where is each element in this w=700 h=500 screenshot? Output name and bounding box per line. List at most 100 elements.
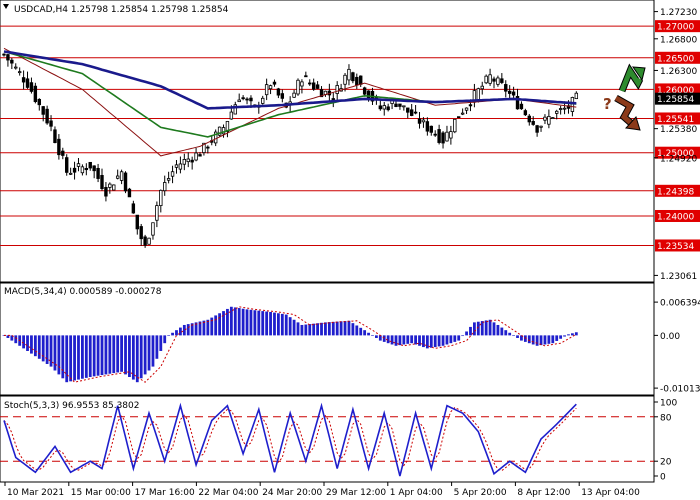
macd-tick-label: 0.00: [660, 332, 680, 342]
candle-body: [292, 92, 296, 98]
candle-body: [531, 121, 535, 125]
candle-body: [507, 90, 512, 94]
macd-bar: [402, 335, 406, 345]
candle-body: [527, 115, 531, 123]
candle-body: [492, 78, 496, 82]
macd-bar: [418, 335, 421, 346]
candle-body: [394, 103, 398, 108]
candle: [65, 154, 69, 176]
macd-bar: [394, 335, 398, 346]
macd-bar: [547, 335, 551, 344]
candle-body: [123, 172, 128, 192]
macd-bar: [324, 322, 327, 336]
candle-body: [272, 81, 277, 85]
candle-body: [41, 106, 45, 115]
y-tick-label: 1.23061: [660, 272, 697, 282]
y-tick-label: 1.25380: [660, 125, 697, 135]
candle-body: [131, 203, 136, 214]
candle-body: [362, 87, 367, 95]
candle-body: [68, 172, 73, 175]
current-price-label: 1.25854: [657, 95, 694, 105]
stoch-tick-label: 0: [660, 473, 666, 483]
candle-body: [543, 116, 547, 121]
candle-body: [115, 175, 120, 179]
macd-bar: [563, 335, 566, 337]
macd-bar: [108, 335, 112, 374]
macd-bar: [273, 312, 276, 336]
candle-body: [155, 205, 159, 221]
candle-body: [65, 157, 69, 173]
candle-body: [49, 120, 53, 127]
macd-bar: [441, 335, 445, 346]
forex-chart: USDCAD,H4 1.25798 1.25854 1.25798 1.2585…: [0, 0, 700, 498]
candle: [123, 171, 128, 194]
macd-bar: [155, 335, 159, 359]
y-tick-label: 1.27230: [660, 8, 697, 18]
macd-bar: [571, 333, 574, 336]
macd-bar: [359, 327, 363, 336]
price-panel: [0, 0, 655, 283]
macd-bar: [331, 321, 335, 336]
candle-body: [398, 103, 402, 107]
candle-body: [174, 164, 179, 168]
candle-body: [343, 74, 347, 85]
macd-bar: [543, 335, 547, 345]
macd-bar: [253, 310, 257, 336]
candle-body: [562, 107, 567, 110]
macd-bar: [163, 335, 167, 344]
macd-bar: [343, 321, 347, 336]
macd-bar: [535, 335, 539, 346]
candle-body: [555, 110, 559, 114]
macd-bar: [151, 335, 155, 367]
candle-body: [163, 182, 167, 192]
macd-bar: [61, 335, 65, 379]
macd-bar: [465, 331, 468, 336]
macd-bar: [351, 323, 355, 336]
candle-body: [504, 84, 508, 92]
x-tick-label: 29 Mar 12:00: [326, 488, 386, 498]
macd-bar: [88, 335, 92, 377]
macd-bar: [112, 335, 116, 374]
candle-body: [119, 171, 124, 181]
macd-bar: [226, 308, 229, 336]
macd-bar: [457, 335, 461, 341]
candle-body: [464, 107, 469, 111]
candle-body: [378, 105, 383, 110]
candle: [296, 78, 300, 96]
macd-bar: [433, 335, 437, 348]
macd-bar: [484, 320, 488, 336]
candle-body: [264, 84, 269, 96]
candle-body: [535, 125, 539, 133]
stoch-header: Stoch(5,3,3) 96.9553 85.3802: [4, 401, 139, 411]
candle-body: [61, 150, 65, 156]
candle: [453, 118, 457, 134]
macd-bar: [45, 335, 49, 364]
macd-bar: [120, 335, 123, 372]
macd-bar: [574, 332, 578, 336]
candle-body: [547, 115, 551, 125]
candle-body: [198, 154, 202, 157]
macd-bar: [14, 335, 18, 344]
candle-body: [574, 92, 579, 100]
macd-bar: [233, 307, 237, 336]
macd-bar: [84, 335, 88, 378]
macd-bar: [508, 332, 512, 336]
macd-bar: [175, 330, 178, 336]
macd-bar: [245, 309, 249, 336]
macd-bar: [531, 335, 535, 345]
candle-body: [151, 222, 155, 236]
candle-body: [6, 54, 10, 61]
candle-body: [476, 88, 481, 101]
macd-bar: [206, 319, 210, 336]
macd-bar: [284, 314, 288, 336]
macd-bar: [371, 335, 374, 336]
candle-body: [347, 68, 351, 81]
macd-bar: [308, 324, 312, 336]
macd-bar: [280, 313, 284, 336]
candle-body: [519, 103, 524, 110]
candle-body: [402, 105, 406, 108]
macd-bar: [261, 311, 265, 336]
candle-body: [139, 226, 143, 240]
candle-body: [308, 82, 312, 85]
candle-body: [429, 125, 433, 133]
